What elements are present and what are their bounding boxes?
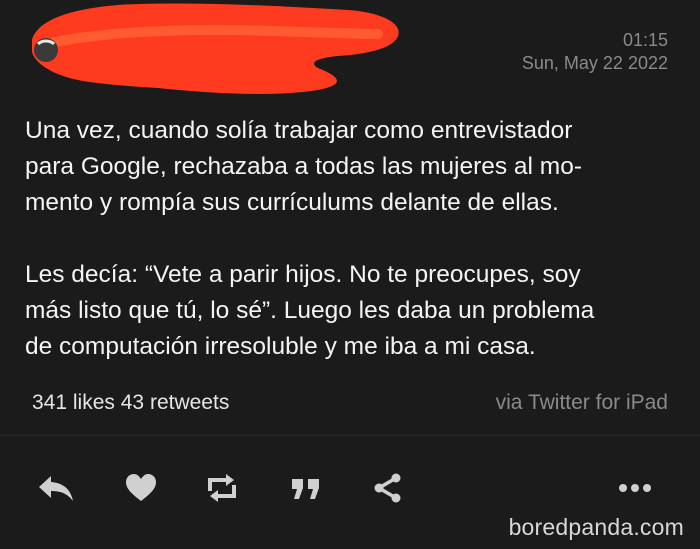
retweets-label[interactable]: retweets	[150, 391, 229, 414]
retweets-count[interactable]: 43	[121, 391, 144, 414]
tweet-date: Sun, May 22 2022	[521, 53, 668, 73]
quote-icon[interactable]	[284, 466, 328, 510]
reply-icon[interactable]	[34, 466, 78, 510]
more-icon[interactable]	[613, 466, 657, 510]
divider	[0, 435, 700, 436]
boredpanda-watermark: boredpanda.com	[508, 514, 684, 540]
tweet-source: via Twitter for iPad	[495, 391, 668, 414]
retweet-icon[interactable]	[200, 466, 244, 510]
likes-count[interactable]: 341	[32, 391, 67, 414]
likes-label[interactable]: likes	[73, 391, 115, 414]
like-icon[interactable]	[119, 466, 163, 510]
tweet-time: 01:15	[622, 30, 668, 50]
redacted-username-scribble	[32, 3, 399, 94]
share-icon[interactable]	[366, 466, 410, 510]
tweet-action-bar	[0, 466, 700, 514]
tweet-stats: 341 likes 43 retweets via Twitter for iP…	[32, 388, 668, 418]
engagement-counts: 341 likes 43 retweets	[32, 388, 229, 418]
tweet-timestamp: 01:15 Sun, May 22 2022	[522, 29, 668, 75]
tweet-paragraph-1: Una vez, cuando solía trabajar como entr…	[25, 117, 582, 216]
tweet-paragraph-2: Les decía: “Vete a parir hijos. No te pr…	[25, 261, 595, 360]
tweet-header: 01:15 Sun, May 22 2022	[0, 0, 700, 100]
tweet-text: Una vez, cuando solía trabajar como entr…	[25, 113, 675, 401]
